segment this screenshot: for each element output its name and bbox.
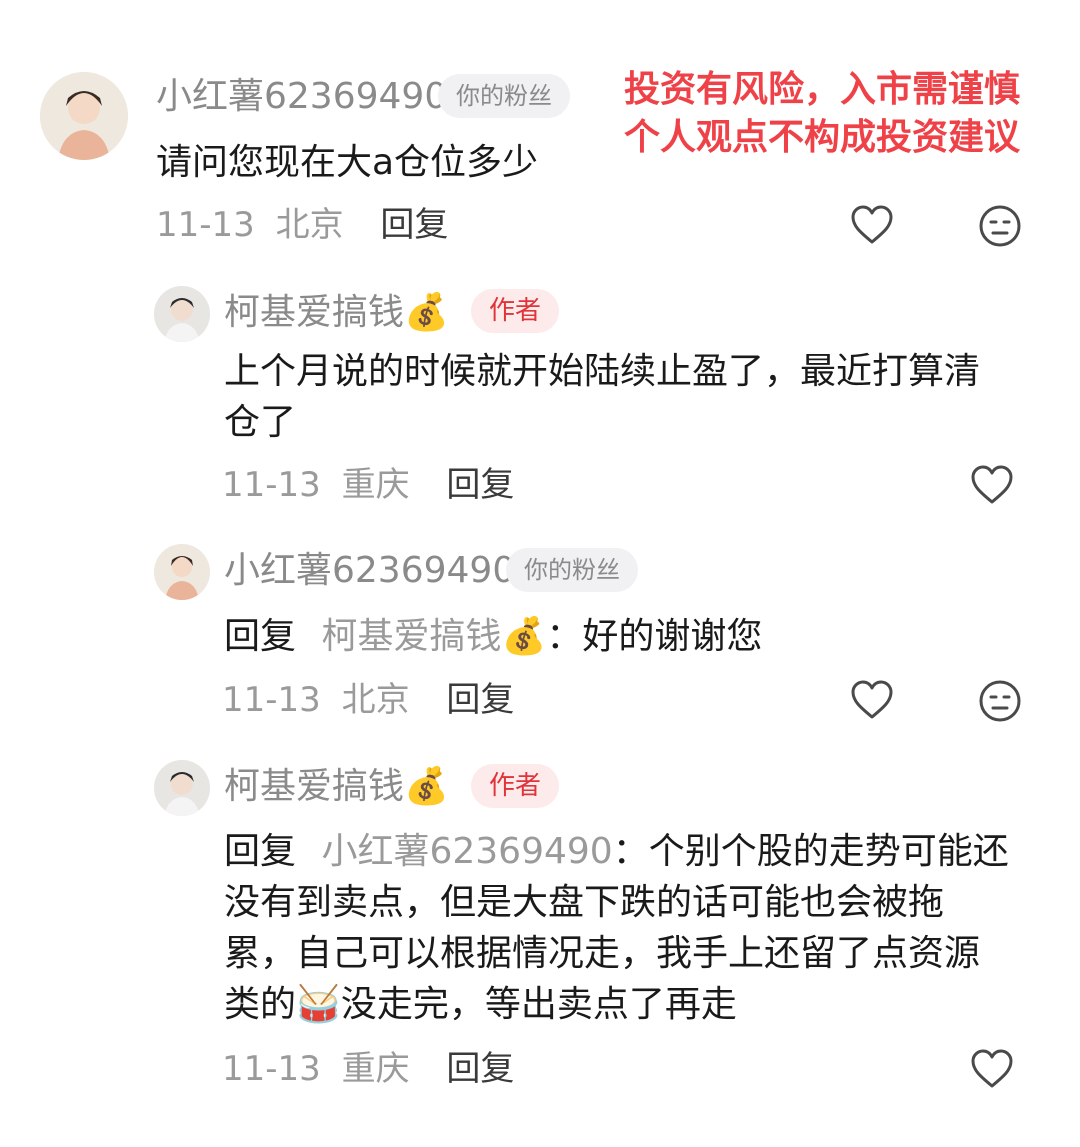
author-badge: 作者 <box>471 289 560 333</box>
comment-text: 上个月说的时候就开始陆续止盈了，最近打算清 仓了 <box>224 351 981 443</box>
disclaimer-line-2: 个人观点不构成投资建议 <box>624 117 1021 158</box>
reply-target-user[interactable]: 柯基爱搞钱💰 <box>321 616 546 657</box>
disclaimer-overlay: 投资有风险，入市需谨慎 个人观点不构成投资建议 <box>624 66 1020 162</box>
reply-button[interactable]: 回复 <box>380 205 448 245</box>
money-bag-icon: 💰 <box>501 616 547 657</box>
money-bag-icon: 💰 <box>404 292 449 333</box>
reply-button[interactable]: 回复 <box>446 680 514 720</box>
username[interactable]: 柯基爱搞钱💰 <box>224 769 449 805</box>
fan-badge: 你的粉丝 <box>506 548 638 592</box>
heart-outline-icon[interactable] <box>970 1048 1014 1094</box>
comment-date: 11-13 <box>222 1049 321 1089</box>
author-badge: 作者 <box>471 764 560 808</box>
money-bag-icon: 💰 <box>404 766 449 807</box>
avatar[interactable] <box>154 286 210 342</box>
reply-button[interactable]: 回复 <box>446 465 514 505</box>
comment-text: 回复 小红薯62369490：个别个股的走势可能还 没有到卖点，但是大盘下跌的话… <box>224 831 1009 1025</box>
comment-text: 回复 柯基爱搞钱💰：好的谢谢您 <box>224 616 763 657</box>
fan-badge: 你的粉丝 <box>438 74 570 118</box>
avatar[interactable] <box>40 72 128 160</box>
comment-date: 11-13 <box>222 680 321 720</box>
comment-meta: 11-13 重庆 回复 <box>222 1052 514 1086</box>
comment-meta: 11-13 北京 回复 <box>222 683 514 717</box>
reply-prefix: 回复 <box>224 831 297 872</box>
heart-outline-icon[interactable] <box>850 679 894 725</box>
comment-location: 重庆 <box>341 1049 410 1089</box>
comment-location: 重庆 <box>341 465 410 505</box>
reply-button[interactable]: 回复 <box>446 1049 514 1089</box>
comment-location: 北京 <box>275 205 344 245</box>
comment-location: 北京 <box>341 680 410 720</box>
username[interactable]: 柯基爱搞钱💰 <box>224 295 449 331</box>
reply-prefix: 回复 <box>224 616 297 657</box>
neutral-face-icon[interactable] <box>978 679 1022 727</box>
avatar[interactable] <box>154 760 210 816</box>
disclaimer-line-1: 投资有风险，入市需谨慎 <box>624 69 1021 110</box>
heart-outline-icon[interactable] <box>970 464 1014 510</box>
reply-target-user[interactable]: 小红薯62369490 <box>321 831 612 872</box>
username[interactable]: 小红薯62369490 <box>224 553 515 589</box>
username[interactable]: 小红薯62369490 <box>156 79 447 115</box>
comment-meta: 11-13 重庆 回复 <box>222 468 514 502</box>
neutral-face-icon[interactable] <box>978 204 1022 252</box>
comment-date: 11-13 <box>156 205 255 245</box>
comment-meta: 11-13 北京 回复 <box>156 208 448 242</box>
comment-date: 11-13 <box>222 465 321 505</box>
drum-icon: 🥁 <box>296 984 341 1025</box>
comment-text: 请问您现在大a仓位多少 <box>156 142 539 183</box>
heart-outline-icon[interactable] <box>850 204 894 250</box>
avatar[interactable] <box>154 544 210 600</box>
